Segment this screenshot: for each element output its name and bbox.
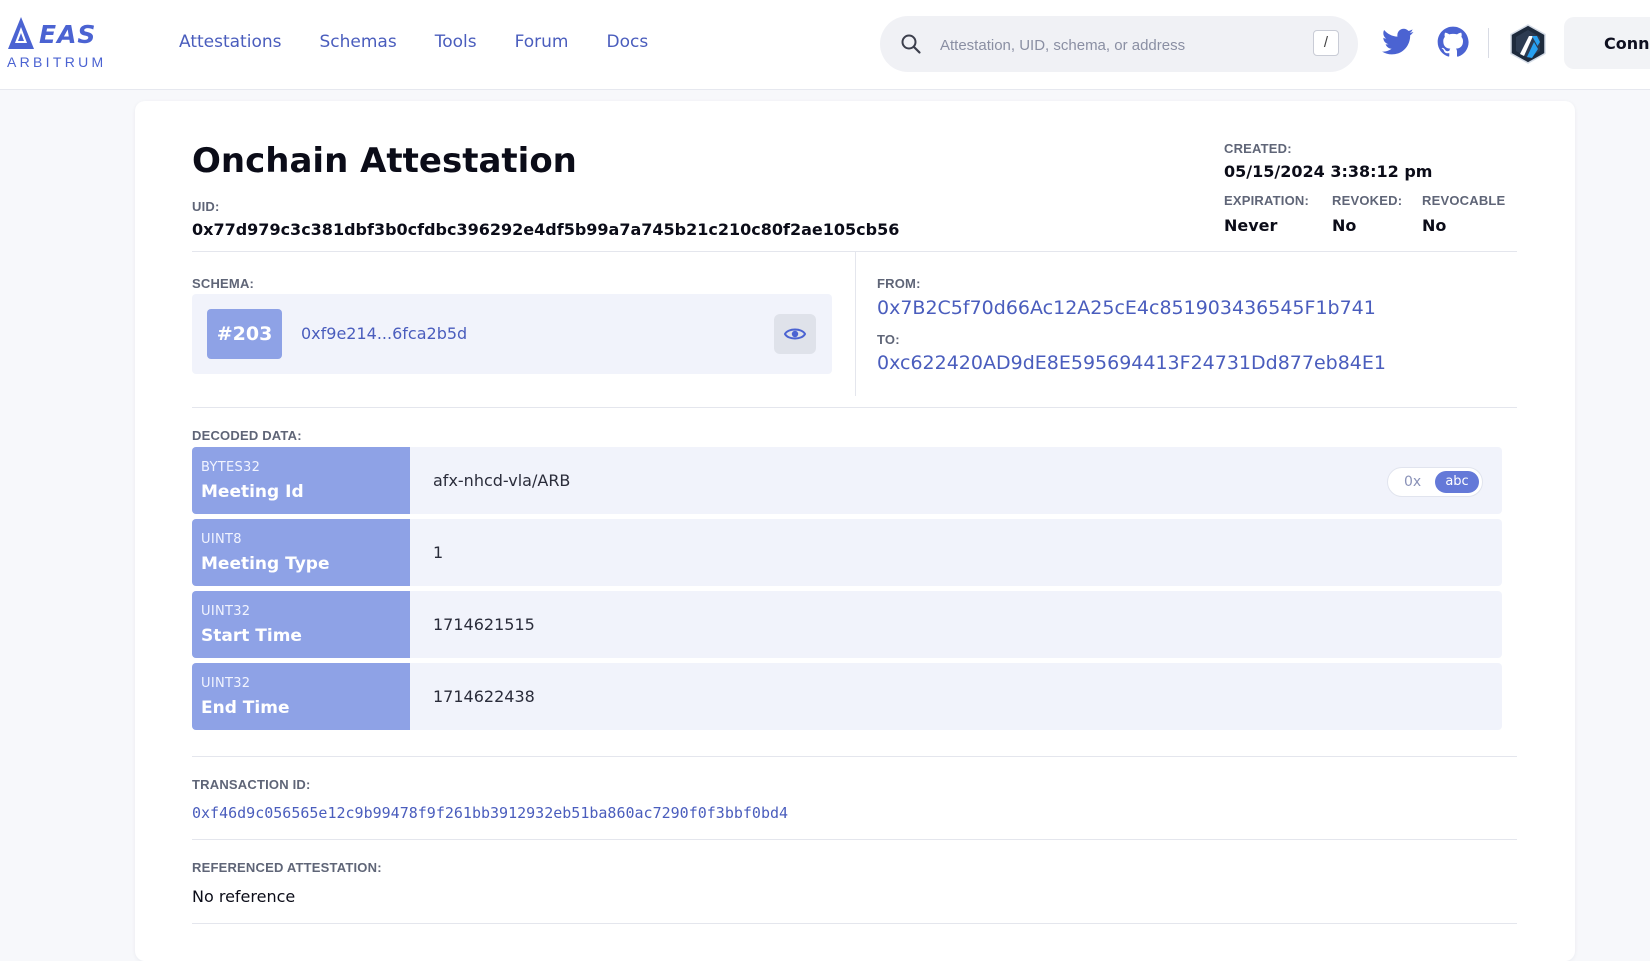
divider	[192, 923, 1517, 924]
schema-id-link[interactable]: 0xf9e214...6fca2b5d	[301, 324, 467, 343]
eye-icon	[784, 328, 806, 340]
decoded-data-label: DECODED DATA:	[192, 428, 302, 443]
field-type: BYTES32	[201, 460, 261, 475]
search-shortcut-key: /	[1313, 30, 1339, 56]
field-type: UINT32	[201, 604, 251, 619]
nav-item-docs[interactable]: Docs	[607, 32, 649, 52]
search-icon	[901, 34, 921, 54]
section-divider	[855, 252, 856, 396]
decoded-data-row: UINT32 End Time 1714622438	[192, 663, 1502, 730]
search-bar: /	[880, 16, 1358, 72]
expiration-label: EXPIRATION:	[1224, 193, 1310, 208]
referenced-attestation-value: No reference	[192, 887, 296, 906]
created-value: 05/15/2024 3:38:12 pm	[1224, 162, 1433, 181]
to-address-link[interactable]: 0xc622420AD9dE8E595694413F24731Dd877eb84…	[877, 352, 1386, 374]
eas-logo-icon	[8, 17, 34, 49]
field-key: UINT8 Meeting Type	[192, 519, 410, 586]
nav-item-attestations[interactable]: Attestations	[179, 32, 281, 52]
twitter-icon[interactable]	[1382, 28, 1414, 56]
format-text-option[interactable]: abc	[1435, 471, 1479, 493]
field-name: Meeting Type	[201, 554, 330, 574]
decoded-data-row: BYTES32 Meeting Id afx-nhcd-vla/ARB 0x a…	[192, 447, 1502, 514]
divider	[192, 756, 1517, 757]
field-value: 1714621515	[433, 615, 535, 634]
field-name: Meeting Id	[201, 482, 304, 502]
connect-wallet-button[interactable]: Conne	[1564, 17, 1650, 69]
revoked-label: REVOKED:	[1332, 193, 1403, 208]
transaction-id-link[interactable]: 0xf46d9c056565e12c9b99478f9f261bb3912932…	[192, 804, 788, 822]
brand-network: ARBITRUM	[7, 54, 107, 70]
decoded-data-row: UINT32 Start Time 1714621515	[192, 591, 1502, 658]
brand-name: EAS	[39, 20, 97, 49]
field-value: 1	[433, 543, 444, 562]
field-type: UINT32	[201, 676, 251, 691]
search-input[interactable]	[938, 30, 1302, 60]
expiration-value: Never	[1224, 216, 1278, 235]
main-nav: Attestations Schemas Tools Forum Docs	[179, 32, 686, 52]
to-label: TO:	[877, 332, 900, 347]
transaction-id-label: TRANSACTION ID:	[192, 777, 311, 792]
uid-value: 0x77d979c3c381dbf3b0cfdbc396292e4df5b99a…	[192, 220, 900, 239]
revocable-label: REVOCABLE	[1422, 193, 1506, 208]
uid-label: UID:	[192, 199, 220, 214]
revocable-value: No	[1422, 216, 1447, 235]
attestation-card: Onchain Attestation UID: 0x77d979c3c381d…	[135, 101, 1575, 961]
schema-box: #203 0xf9e214...6fca2b5d	[192, 294, 832, 374]
header-divider	[1488, 28, 1489, 58]
nav-item-forum[interactable]: Forum	[515, 32, 569, 52]
referenced-attestation-label: REFERENCED ATTESTATION:	[192, 860, 382, 875]
nav-item-tools[interactable]: Tools	[435, 32, 477, 52]
from-label: FROM:	[877, 276, 921, 291]
page-title: Onchain Attestation	[192, 141, 577, 181]
field-name: Start Time	[201, 626, 302, 646]
field-value: 1714622438	[433, 687, 535, 706]
nav-item-schemas[interactable]: Schemas	[319, 32, 396, 52]
from-address-link[interactable]: 0x7B2C5f70d66Ac12A25cE4c851903436545F1b7…	[877, 297, 1376, 319]
format-toggle[interactable]: 0x abc	[1387, 467, 1483, 497]
created-label: CREATED:	[1224, 141, 1292, 156]
top-header: EAS ARBITRUM Attestations Schemas Tools …	[0, 0, 1650, 90]
divider	[192, 407, 1517, 408]
field-name: End Time	[201, 698, 290, 718]
format-hex-option[interactable]: 0x	[1404, 474, 1421, 490]
field-key: UINT32 Start Time	[192, 591, 410, 658]
arbitrum-icon[interactable]	[1509, 24, 1547, 64]
revoked-value: No	[1332, 216, 1357, 235]
divider	[192, 839, 1517, 840]
field-key: BYTES32 Meeting Id	[192, 447, 410, 514]
view-schema-button[interactable]	[774, 314, 816, 354]
decoded-data-row: UINT8 Meeting Type 1	[192, 519, 1502, 586]
field-value: afx-nhcd-vla/ARB	[433, 471, 571, 490]
field-type: UINT8	[201, 532, 242, 547]
field-key: UINT32 End Time	[192, 663, 410, 730]
schema-label: SCHEMA:	[192, 276, 255, 291]
schema-number-badge[interactable]: #203	[207, 309, 282, 359]
github-icon[interactable]	[1437, 26, 1469, 58]
eas-logo[interactable]: EAS ARBITRUM	[6, 16, 116, 72]
